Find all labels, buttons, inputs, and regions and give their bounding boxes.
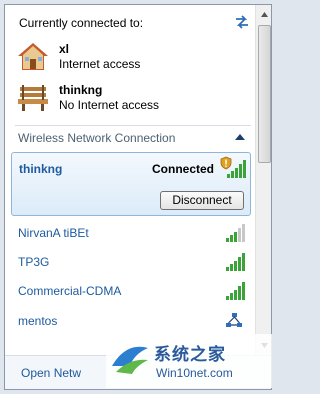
network-item-commercial-cdma[interactable]: Commercial-CDMA (11, 279, 251, 303)
scrollbar[interactable] (255, 5, 271, 355)
network-flyout: Currently connected to: xl Internet acce… (4, 4, 272, 390)
connection-thinkng: thinkng No Internet access (17, 82, 237, 116)
network-name: NirvanA tiBEt (18, 226, 89, 240)
connection-status: No Internet access (59, 98, 160, 112)
watermark-site: Win10net.com (156, 366, 233, 380)
network-name: thinkng (19, 162, 63, 176)
watermark-logo-icon (112, 346, 148, 374)
selected-network[interactable]: thinkng Connected Disconnect (11, 152, 251, 216)
wifi-signal-icon (227, 160, 246, 178)
network-item-tp3g[interactable]: TP3G (11, 250, 251, 274)
ad-hoc-network-icon (226, 313, 242, 327)
watermark: 系统之家 Win10net.com (106, 334, 272, 388)
wifi-signal-icon (226, 282, 245, 300)
network-name: mentos (18, 314, 58, 328)
scrollbar-thumb[interactable] (258, 25, 271, 163)
section-divider (15, 125, 251, 126)
network-name: TP3G (18, 255, 50, 269)
watermark-brand: 系统之家 (154, 345, 226, 364)
park-bench-icon (18, 85, 48, 111)
network-name: Commercial-CDMA (18, 284, 122, 298)
header-title: Currently connected to: (19, 16, 144, 30)
connection-state: Connected (152, 162, 215, 176)
scroll-up-arrow-icon[interactable] (258, 8, 271, 21)
network-item-mentos[interactable]: mentos (11, 309, 251, 333)
wifi-signal-icon (226, 253, 245, 271)
open-network-center-link[interactable]: Open Netw (21, 366, 81, 380)
refresh-icon[interactable] (233, 13, 251, 31)
connection-name: xl (59, 42, 70, 56)
disconnect-button[interactable]: Disconnect (160, 191, 244, 210)
chevron-up-icon[interactable] (234, 132, 246, 142)
connection-xl: xl Internet access (17, 41, 237, 75)
connection-name: thinkng (59, 83, 103, 97)
wifi-signal-icon (226, 224, 245, 242)
section-title: Wireless Network Connection (18, 131, 176, 145)
network-item-nirvana[interactable]: NirvanA tiBEt (11, 221, 251, 245)
connection-status: Internet access (59, 57, 141, 71)
house-icon (18, 43, 48, 70)
